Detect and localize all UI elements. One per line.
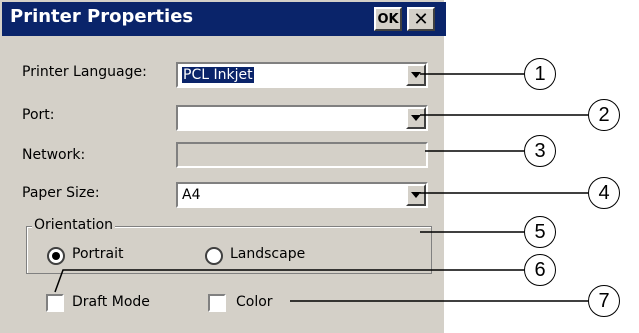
callout-2: 2 [588, 99, 620, 131]
callout-1: 1 [524, 58, 556, 90]
callout-4: 4 [588, 177, 620, 209]
callout-5: 5 [524, 216, 556, 248]
callout-3: 3 [524, 135, 556, 167]
callout-6: 6 [524, 254, 556, 286]
callout-7: 7 [588, 285, 620, 317]
